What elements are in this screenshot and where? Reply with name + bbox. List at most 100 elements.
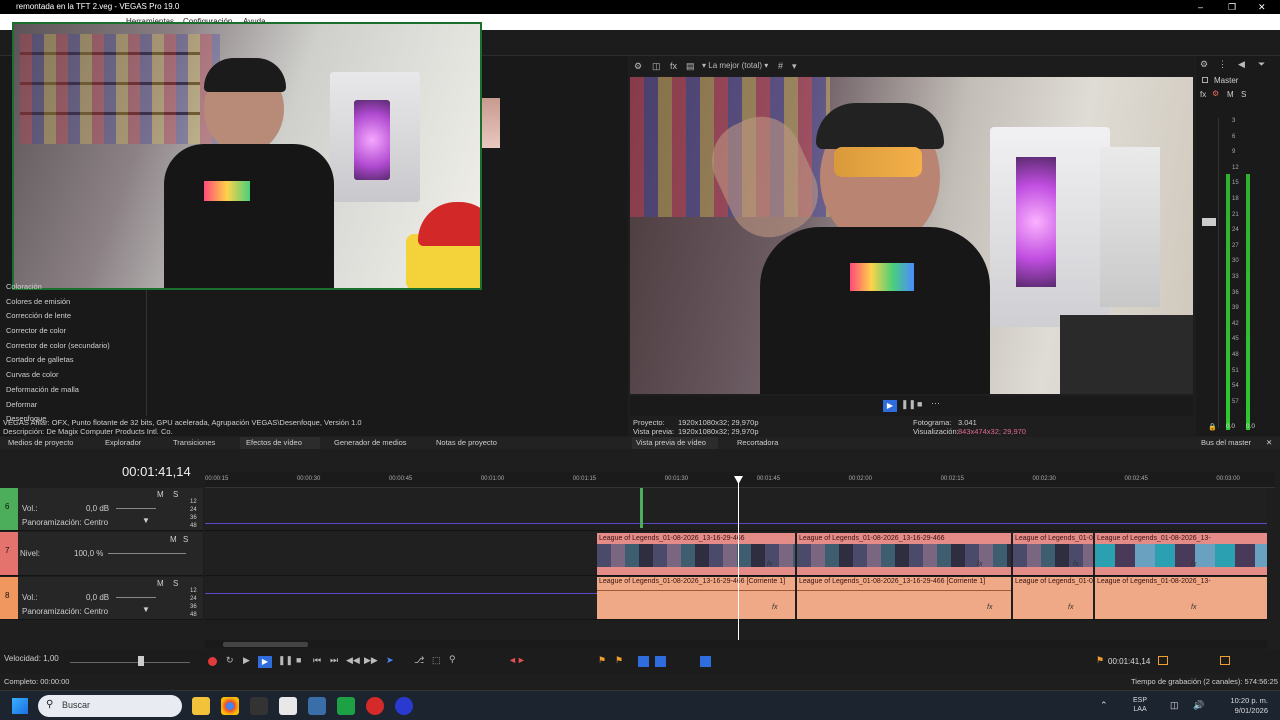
pan-slider[interactable]: ▼ — [142, 605, 150, 614]
fx-icon[interactable]: fx — [1073, 561, 1078, 568]
go-end-icon[interactable]: ⏭ — [330, 655, 338, 666]
video-track-head[interactable]: 7 M S Nivel: 100,0 % — [0, 532, 203, 576]
zoom-icon[interactable]: ⚲ — [449, 654, 456, 665]
mute-button[interactable]: M — [157, 579, 164, 588]
loop-region-icon[interactable] — [1158, 656, 1168, 665]
chevron-down-icon[interactable]: ▾ — [792, 56, 797, 76]
audio-track-head[interactable]: 6 M S Vol.: 0,0 dB Panoramización: Centr… — [0, 488, 203, 531]
timeline-scrollbar[interactable] — [205, 640, 1267, 649]
vol-slider[interactable] — [116, 508, 156, 509]
file-explorer-icon[interactable] — [192, 697, 210, 715]
search-box[interactable]: ⚲ Buscar — [38, 695, 182, 717]
language-indicator[interactable]: ESP LAA — [1133, 696, 1147, 714]
split-icon[interactable]: ◄► — [508, 655, 526, 665]
tab-efectos[interactable]: Efectos de vídeo — [240, 437, 320, 449]
more-icon[interactable]: ⋯ — [931, 398, 940, 409]
pan-slider[interactable]: ▼ — [142, 516, 150, 525]
split-view-icon[interactable]: ◫ — [652, 56, 661, 76]
region-end-icon[interactable] — [1220, 656, 1230, 665]
scrollbar-thumb[interactable] — [223, 642, 308, 647]
tab-generador[interactable]: Generador de medios — [334, 437, 407, 449]
region-icon[interactable]: ⚑ — [615, 655, 623, 666]
play-icon[interactable]: ▶ — [883, 400, 897, 412]
quality-dropdown[interactable]: ▾ La mejor (total) ▾ — [702, 56, 768, 76]
fx-icon[interactable]: fx — [1191, 604, 1196, 611]
next-frame-icon[interactable]: ▶▶ — [364, 655, 378, 666]
tab-medios[interactable]: Medios de proyecto — [8, 437, 73, 449]
bus-icon[interactable]: ⚙ — [1212, 89, 1219, 98]
list-item[interactable]: Deformar — [6, 398, 146, 413]
checkbox[interactable] — [1202, 77, 1208, 83]
calculator-icon[interactable] — [308, 697, 326, 715]
output-icon[interactable]: ▤ — [686, 56, 695, 76]
stop-icon[interactable]: ■ — [296, 655, 301, 665]
list-item[interactable]: Corrección de lente — [6, 309, 146, 324]
audio-clip[interactable]: League of Legends_01-08-2026_13-16-29-46… — [797, 577, 1011, 619]
volume-fader[interactable] — [1202, 218, 1216, 226]
list-item[interactable]: Colores de emisión — [6, 295, 146, 310]
list-item[interactable]: Curvas de color — [6, 368, 146, 383]
tab-explorador[interactable]: Explorador — [105, 437, 141, 449]
audio-clip[interactable]: League of Legends_01-08-2026_13- fx — [1095, 577, 1267, 619]
fx-icon[interactable]: fx — [1068, 604, 1073, 611]
speed-slider[interactable] — [70, 662, 190, 663]
audio-clip[interactable]: League of Legends_01-0 fx — [1013, 577, 1093, 619]
network-icon[interactable]: ◫ — [1170, 700, 1179, 711]
close-icon[interactable]: ✕ — [1266, 437, 1272, 449]
mono-icon[interactable]: ◀ — [1238, 59, 1245, 70]
effect-thumbnail[interactable] — [482, 98, 500, 148]
volume-envelope[interactable] — [205, 523, 1267, 524]
fx-icon[interactable]: fx — [772, 604, 777, 611]
go-start-icon[interactable]: ⏮ — [313, 655, 321, 666]
maximize-icon[interactable]: ❐ — [1228, 0, 1236, 14]
fx-icon[interactable]: fx — [1200, 90, 1206, 99]
audio-clip[interactable]: League of Legends_01-08-2026_13-16-29-46… — [597, 577, 795, 619]
video-clip[interactable]: League of Legends_01-08-2026_13-16-29-46… — [597, 533, 795, 575]
solo-button[interactable]: S — [1241, 90, 1246, 99]
pause-icon[interactable]: ❚❚ — [901, 399, 916, 410]
playhead[interactable] — [738, 476, 739, 640]
select-icon[interactable]: ⬚ — [432, 655, 441, 666]
pause-icon[interactable]: ❚❚ — [278, 655, 293, 666]
cursor-icon[interactable]: ➤ — [386, 655, 394, 666]
mute-button[interactable]: M — [170, 535, 177, 544]
video-clip[interactable]: League of Legends_01-0 fx — [1013, 533, 1093, 575]
windows-start-icon[interactable] — [12, 698, 28, 714]
app-icon[interactable] — [250, 697, 268, 715]
dim-icon[interactable]: ⏷ — [1258, 59, 1265, 70]
tab-transiciones[interactable]: Transiciones — [173, 437, 215, 449]
opera-icon[interactable] — [366, 697, 384, 715]
chrome-icon[interactable] — [221, 697, 239, 715]
mute-button[interactable]: M — [1227, 90, 1234, 99]
play-icon[interactable]: ▶ — [258, 656, 272, 668]
video-clip[interactable]: League of Legends_01-08-2026_13- fx — [1095, 533, 1267, 575]
vegas-icon[interactable] — [395, 697, 413, 715]
player-icon[interactable] — [337, 697, 355, 715]
solo-button[interactable]: S — [173, 579, 178, 588]
audio-track-head[interactable]: 8 M S Vol.: 0,0 dB Panoramización: Centr… — [0, 577, 203, 620]
close-icon[interactable]: ✕ — [1258, 0, 1266, 14]
lock-icon[interactable]: 🔒 — [1208, 423, 1217, 431]
list-item[interactable]: Corrector de color (secundario) — [6, 339, 146, 354]
vol-slider[interactable] — [116, 597, 156, 598]
list-item[interactable]: Corrector de color — [6, 324, 146, 339]
mute-button[interactable]: M — [157, 490, 164, 499]
tab-vista-previa[interactable]: Vista previa de vídeo — [632, 437, 718, 449]
lock-envelopes-icon[interactable] — [700, 656, 711, 667]
gear-icon[interactable]: ⚙ — [634, 56, 642, 76]
video-clip[interactable]: League of Legends_01-08-2026_13-16-29-46… — [797, 533, 1011, 575]
chevron-up-icon[interactable]: ⌃ — [1100, 700, 1108, 711]
marker-icon[interactable]: ⚑ — [598, 655, 606, 666]
fx-icon[interactable]: fx — [977, 561, 982, 568]
list-item[interactable]: Coloración — [6, 280, 146, 295]
record-icon[interactable] — [208, 657, 217, 666]
gear-icon[interactable]: ⚙ — [1200, 59, 1208, 70]
list-item[interactable]: Deformación de malla — [6, 383, 146, 398]
volume-envelope[interactable] — [205, 593, 597, 594]
snap-icon[interactable] — [638, 656, 649, 667]
prev-frame-icon[interactable]: ◀◀ — [346, 655, 360, 666]
clock[interactable]: 10:20 p. m. 9/01/2026 — [1228, 696, 1268, 716]
audio-track-lane[interactable]: League of Legends_01-08-2026_13-16-29-46… — [205, 577, 1267, 620]
tab-recortadora[interactable]: Recortadora — [737, 437, 778, 449]
tab-bus-master[interactable]: Bus del master — [1201, 437, 1251, 449]
